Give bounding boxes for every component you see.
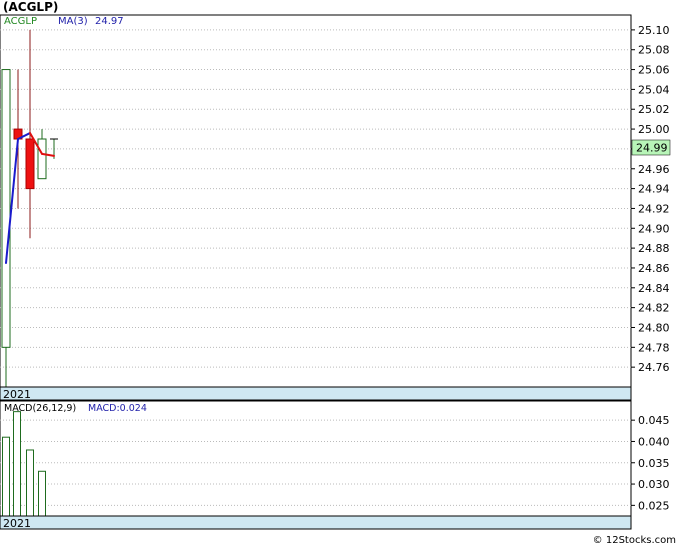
price-tick-label: 24.76 [638, 361, 670, 374]
macd-indicator-label: MACD(26,12,9) [4, 403, 76, 414]
price-tick-label: 25.04 [638, 83, 670, 96]
candle-body [37, 138, 47, 180]
macd-value-label: MACD:0.024 [88, 403, 147, 414]
macd-bar [38, 470, 46, 517]
price-panel [0, 14, 632, 401]
price-tick-label: 25.06 [638, 64, 670, 77]
price-tick-label: 24.90 [638, 222, 670, 235]
candle-body [25, 138, 35, 190]
macd-tick-label: 0.030 [638, 478, 670, 491]
price-tick-label: 24.94 [638, 183, 670, 196]
price-tick-label: 25.02 [638, 103, 670, 116]
last-price-badge: 24.99 [631, 139, 671, 156]
candle-body [1, 69, 11, 348]
macd-bar [2, 436, 10, 517]
legend-ma-value: 24.97 [95, 16, 124, 27]
macd-bar [26, 449, 34, 517]
macd-year-label: 2021 [3, 517, 31, 530]
macd-year-bar [0, 515, 632, 530]
price-year-label: 2021 [3, 388, 31, 401]
price-tick-label: 24.92 [638, 202, 670, 215]
price-tick-label: 25.10 [638, 24, 670, 37]
macd-axis-ticks: 0.025 0.030 0.035 0.040 0.045 [631, 414, 670, 512]
macd-tick-label: 0.045 [638, 414, 670, 427]
macd-tick-label: 0.040 [638, 435, 670, 448]
legend-ma-label: MA(3) [58, 16, 88, 27]
price-tick-label: 24.82 [638, 302, 670, 315]
price-tick-label: 24.86 [638, 262, 670, 275]
macd-tick-label: 0.025 [638, 499, 670, 512]
stock-chart: (ACGLP) 24.76 24.78 24.80 24.82 24.84 24.86 24… [0, 0, 680, 546]
price-tick-label: 24.80 [638, 321, 670, 334]
price-tick-label: 24.96 [638, 163, 670, 176]
chart-title: (ACGLP) [3, 0, 58, 14]
chart-canvas: (ACGLP) 24.7624.7824.8024.8224.8424.8624… [0, 0, 676, 546]
price-tick-label: 24.84 [638, 282, 670, 295]
price-tick-label: 25.08 [638, 44, 670, 57]
footer-copyright: © 12Stocks.com [593, 535, 676, 546]
macd-tick-label: 0.035 [638, 457, 670, 470]
price-axis-ticks: 24.76 24.78 24.80 24.82 24.84 24.86 24.88 24.90… [631, 24, 670, 374]
price-tick-label: 24.78 [638, 341, 670, 354]
price-tick-label: 25.00 [638, 123, 670, 136]
price-tick-label: 24.88 [638, 242, 670, 255]
price-year-bar [0, 386, 632, 401]
last-price-value: 24.99 [636, 142, 668, 155]
legend-ticker: ACGLP [4, 16, 37, 27]
macd-bar [13, 411, 21, 517]
